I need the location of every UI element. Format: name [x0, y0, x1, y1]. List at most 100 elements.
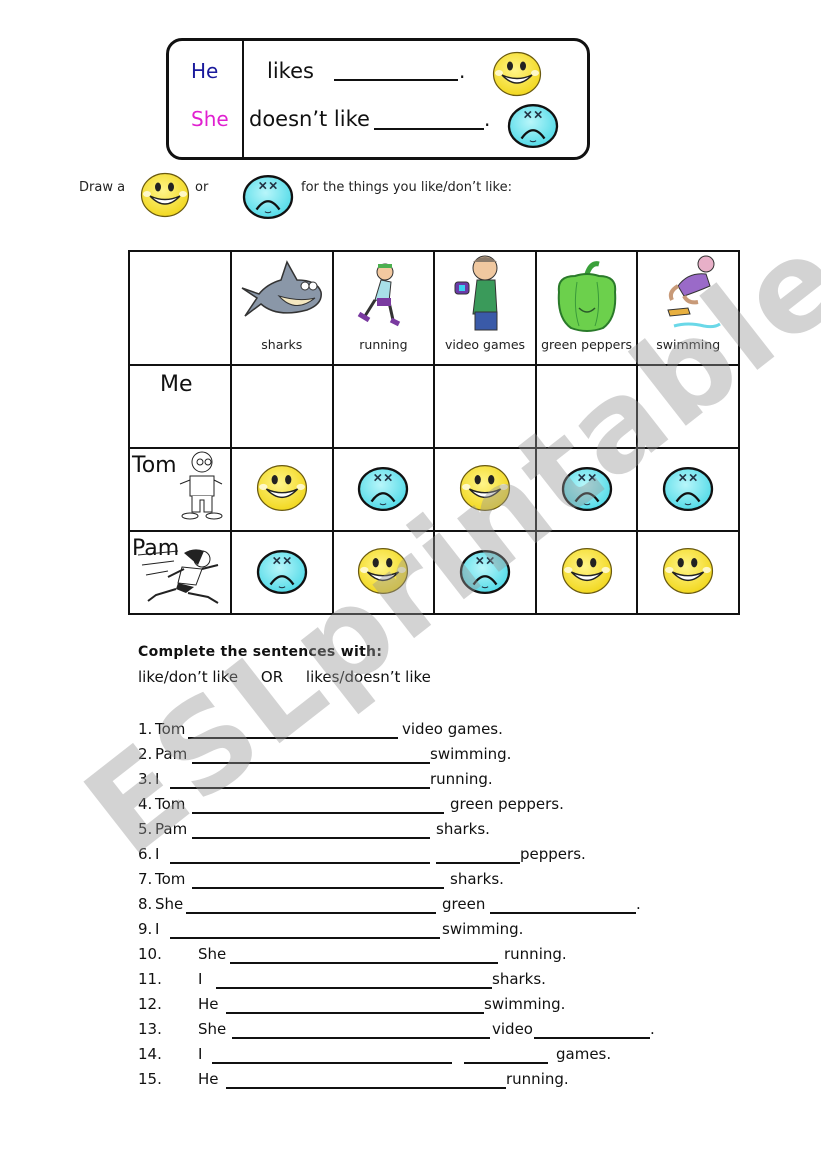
answer-blank[interactable] [436, 862, 520, 864]
sentence-end: . [636, 895, 641, 913]
grammar-rule-box: He She likes . doesn’t like . [166, 38, 590, 160]
activity-label: swimming [656, 337, 721, 352]
sad-face-icon [240, 172, 296, 224]
box-divider [242, 41, 244, 157]
answer-blank[interactable] [226, 1087, 506, 1089]
sentence-subject: He [198, 995, 219, 1013]
sentence-number: 13. [138, 1020, 162, 1038]
answer-blank[interactable] [226, 1012, 484, 1014]
activity-label: running [359, 337, 408, 352]
instruction-part-1: Draw a [79, 180, 126, 195]
sentence-subject: Tom [155, 870, 186, 888]
sentence-end: video games. [402, 720, 503, 738]
sad-face-icon [355, 464, 411, 512]
answer-blank[interactable] [192, 762, 430, 764]
pronoun-she: She [191, 107, 229, 131]
sentence-number: 8. [138, 895, 153, 913]
sad-face-icon [457, 547, 513, 595]
sentence-end: running. [504, 945, 567, 963]
sentence-end: sharks. [450, 870, 504, 888]
activity-cell-swimming: swimming [636, 250, 740, 366]
sentence-number: 14. [138, 1045, 162, 1063]
sentence-subject: She [198, 1020, 227, 1038]
table-row-pam: Pam [128, 530, 740, 615]
answer-blank[interactable] [534, 1037, 650, 1039]
sentence-subject: I [155, 845, 160, 863]
sentence-number: 10. [138, 945, 162, 963]
answer-blank[interactable] [232, 1037, 490, 1039]
sentence-subject: She [198, 945, 227, 963]
answer-blank[interactable] [170, 862, 430, 864]
row-label-cell: Me [128, 364, 232, 449]
answer-blank[interactable] [230, 962, 498, 964]
sentence-number: 4. [138, 795, 153, 813]
shark-icon [237, 258, 327, 334]
me-cell-sharks[interactable] [230, 364, 334, 449]
answer-blank[interactable] [192, 812, 444, 814]
sad-face-icon [254, 547, 310, 595]
sentence-end: peppers. [520, 845, 586, 863]
answer-blank[interactable] [216, 987, 492, 989]
sentence-subject: Pam [155, 820, 188, 838]
likes-table: sharks running video games green peppers… [128, 250, 740, 615]
answer-blank[interactable] [464, 1062, 548, 1064]
row-label-cell: Pam [128, 530, 232, 615]
sentence-subject: She [155, 895, 184, 913]
activity-cell-video-games: video games [433, 250, 537, 366]
happy-face-icon [662, 547, 714, 595]
answer-blank[interactable] [192, 887, 444, 889]
likes-blank [334, 79, 458, 81]
answer-blank[interactable] [170, 937, 440, 939]
sentence-number: 7. [138, 870, 153, 888]
answer-blank[interactable] [188, 737, 398, 739]
me-cell-green-peppers[interactable] [534, 364, 639, 449]
sentence-end: swimming. [484, 995, 566, 1013]
happy-face-icon [139, 172, 191, 222]
table-row-tom: Tom [128, 447, 740, 532]
tom-cell-green-peppers [534, 447, 639, 532]
happy-face-icon [561, 547, 613, 595]
answer-blank[interactable] [490, 912, 636, 914]
me-cell-running[interactable] [331, 364, 436, 449]
happy-face-icon [256, 464, 308, 512]
row-label-cell: Tom [128, 447, 232, 532]
row-label-me: Me [160, 372, 193, 397]
sentence-subject: He [198, 1070, 219, 1088]
happy-face-icon [459, 464, 511, 512]
doesnt-like-period: . [484, 107, 491, 131]
sentence-end: running. [506, 1070, 569, 1088]
sad-face-icon [505, 101, 561, 153]
pepper-icon [547, 258, 627, 338]
sentence-subject: Tom [155, 795, 186, 813]
option-like-dont-like: like/don’t like [138, 668, 239, 686]
pam-cell-running [331, 530, 436, 615]
activity-label: video games [444, 337, 526, 352]
sentence-subject: I [155, 920, 160, 938]
activity-cell-green-peppers: green peppers [534, 250, 639, 366]
answer-blank[interactable] [186, 912, 436, 914]
sentence-number: 3. [138, 770, 153, 788]
sentence-number: 11. [138, 970, 162, 988]
happy-face-icon [491, 51, 543, 101]
pam-cell-green-peppers [534, 530, 639, 615]
sad-face-icon [660, 464, 716, 512]
sentence-end: swimming. [430, 745, 512, 763]
likes-period: . [459, 59, 466, 83]
option-likes-doesnt-like: likes/doesn’t like [305, 668, 431, 686]
answer-blank[interactable] [170, 787, 430, 789]
tom-cell-running [331, 447, 436, 532]
pam-cell-video-games [433, 530, 537, 615]
instruction-part-3: for the things you like/don’t like: [299, 180, 512, 195]
sentence-end: sharks. [436, 820, 490, 838]
sentence-subject: Tom [155, 720, 186, 738]
tom-cell-video-games [433, 447, 537, 532]
pronoun-he: He [191, 59, 219, 83]
me-cell-swimming[interactable] [636, 364, 740, 449]
pam-cell-swimming [636, 530, 740, 615]
tom-cell-sharks [230, 447, 334, 532]
sentence-subject: I [155, 770, 160, 788]
answer-blank[interactable] [212, 1062, 452, 1064]
sentence-number: 2. [138, 745, 153, 763]
me-cell-video-games[interactable] [433, 364, 537, 449]
answer-blank[interactable] [192, 837, 430, 839]
